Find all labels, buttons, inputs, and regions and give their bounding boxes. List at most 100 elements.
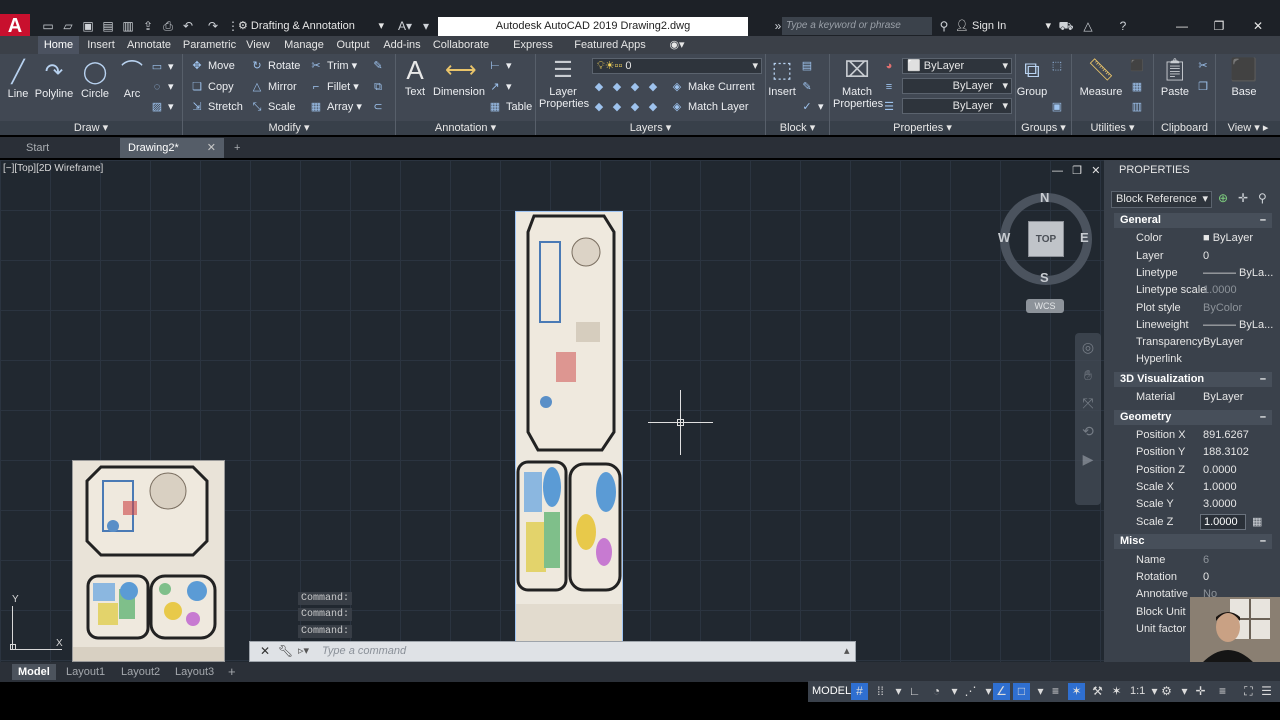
annotation-visibility-icon[interactable]: ✶ bbox=[1068, 683, 1085, 700]
object-type-dropdown[interactable]: Block Reference ▾ bbox=[1111, 191, 1212, 208]
base-button[interactable]: ⬛ Base bbox=[1226, 56, 1262, 98]
linear-dim-icon[interactable]: ⊢ ▾ bbox=[488, 57, 511, 75]
general-section-header[interactable]: General – bbox=[1114, 213, 1272, 228]
gradient-icon[interactable]: ▨ ▾ bbox=[150, 98, 174, 116]
chevron-down-icon[interactable]: ▾ bbox=[946, 683, 963, 700]
match-layer-button[interactable]: ◈ Match Layer bbox=[670, 98, 749, 116]
workspace-switch-gear-icon[interactable]: ⚙ bbox=[1158, 683, 1175, 700]
prop-value-scale-y[interactable]: 3.0000 bbox=[1203, 497, 1237, 512]
linetype-dropdown[interactable]: ByLayer ▾ bbox=[902, 98, 1012, 114]
group-button[interactable]: ⧉ Group bbox=[1016, 56, 1048, 98]
tab-add-ins[interactable]: Add-ins bbox=[380, 36, 424, 54]
open-file-icon[interactable]: ▱ bbox=[60, 19, 76, 33]
layer-tools-row1[interactable]: ◆ ◆ ◆ ◆ bbox=[592, 78, 664, 96]
command-input[interactable]: Type a command bbox=[322, 642, 822, 661]
search-input[interactable]: Type a keyword or phrase bbox=[782, 17, 932, 35]
tab-drawing2[interactable]: Drawing2* ✕ bbox=[120, 138, 224, 158]
binoculars-icon[interactable]: ⚲ bbox=[936, 19, 952, 33]
tab-manage[interactable]: Manage bbox=[281, 36, 327, 54]
new-tab-icon[interactable]: + bbox=[228, 138, 250, 158]
select-objects-icon[interactable]: ✛ bbox=[1238, 191, 1248, 205]
stretch-button[interactable]: ⇲ Stretch bbox=[190, 98, 242, 116]
save-as-icon[interactable]: ▤ bbox=[100, 19, 116, 33]
layer-dropdown[interactable]: 💡︎☀▫▫ 0 ▾ bbox=[592, 58, 762, 74]
prop-value-material[interactable]: ByLayer bbox=[1203, 390, 1243, 405]
ortho-icon[interactable]: ∟ bbox=[906, 683, 923, 700]
prop-value-rotation[interactable]: 0 bbox=[1203, 570, 1209, 585]
layer-properties-button[interactable]: ☰ Layer Properties bbox=[539, 56, 589, 110]
auto-scale-icon[interactable]: ⚒ bbox=[1089, 683, 1106, 700]
layers-panel-title[interactable]: Layers ▾ bbox=[536, 121, 765, 135]
compass-west[interactable]: W bbox=[998, 230, 1010, 245]
geometry-section-header[interactable]: Geometry – bbox=[1114, 410, 1272, 425]
arc-button[interactable]: ⌒ Arc bbox=[117, 58, 147, 100]
prop-value-linetype-scale[interactable]: 1.0000 bbox=[1203, 283, 1237, 298]
tab-collaborate[interactable]: Collaborate bbox=[430, 36, 492, 54]
steering-wheel-icon[interactable]: ◎ bbox=[1075, 333, 1101, 361]
prop-value-transparency[interactable]: ByLayer bbox=[1203, 335, 1243, 350]
rectangle-icon[interactable]: ▭ ▾ bbox=[150, 58, 174, 76]
view-panel-title[interactable]: View ▾ ▸ bbox=[1216, 121, 1280, 135]
prop-value-color[interactable]: ■ ByLayer bbox=[1203, 231, 1253, 246]
prop-value-scale-x[interactable]: 1.0000 bbox=[1203, 480, 1237, 495]
dimension-button[interactable]: ⟷ Dimension bbox=[433, 56, 485, 98]
move-button[interactable]: ✥ Move bbox=[190, 57, 235, 75]
tab-annotate[interactable]: Annotate bbox=[124, 36, 174, 54]
text-button[interactable]: A Text bbox=[400, 56, 430, 98]
compass-north[interactable]: N bbox=[1040, 190, 1049, 205]
leader-icon[interactable]: ↗ ▾ bbox=[488, 78, 511, 96]
tab-layout1[interactable]: Layout1 bbox=[66, 664, 105, 680]
prop-value-plot-style[interactable]: ByColor bbox=[1203, 301, 1242, 316]
recent-commands-icon[interactable]: ▹▾ bbox=[298, 644, 309, 657]
chevron-down-icon[interactable]: ▾ bbox=[1176, 683, 1193, 700]
raster-image-selected[interactable] bbox=[515, 211, 623, 659]
compass-south[interactable]: S bbox=[1040, 270, 1049, 285]
copy-button[interactable]: ❏ Copy bbox=[190, 78, 234, 96]
command-history-toggle-icon[interactable]: ▴ bbox=[844, 644, 850, 657]
workspace-dropdown[interactable]: ⚙ Drafting & Annotation ▾ bbox=[238, 17, 386, 35]
snap-icon[interactable]: ⁞⁞ bbox=[872, 683, 889, 700]
create-block-icon[interactable]: ▤ bbox=[800, 57, 818, 75]
ribbon-toggle-icon[interactable]: ◉▾ bbox=[664, 36, 690, 54]
object-snap-tracking-icon[interactable]: ∠ bbox=[993, 683, 1010, 700]
customize-icon[interactable]: 🔧︎ bbox=[278, 644, 293, 658]
pan-icon[interactable]: ✋︎ bbox=[1075, 361, 1101, 389]
layer-tools-row2[interactable]: ◆ ◆ ◆ ◆ bbox=[592, 98, 664, 116]
annotation-panel-title[interactable]: Annotation ▾ bbox=[396, 121, 535, 135]
misc-section-header[interactable]: Misc – bbox=[1114, 534, 1272, 549]
prop-value-name[interactable]: 6 bbox=[1203, 553, 1209, 568]
table-button[interactable]: ▦ Table bbox=[488, 98, 533, 116]
customize-quick-access-icon[interactable]: ▾ bbox=[418, 19, 434, 33]
tab-output[interactable]: Output bbox=[334, 36, 372, 54]
prop-value-position-z[interactable]: 0.0000 bbox=[1203, 463, 1237, 478]
edit-attributes-icon[interactable]: ✓ ▾ bbox=[800, 98, 823, 116]
close-tab-icon[interactable]: ✕ bbox=[207, 138, 216, 158]
fillet-button[interactable]: ⌐ Fillet ▾ bbox=[309, 78, 359, 96]
group-select-icon[interactable]: ▣ bbox=[1050, 98, 1068, 116]
viewport-controls-label[interactable]: [−][Top][2D Wireframe] bbox=[3, 163, 103, 174]
insert-button[interactable]: ⬚ Insert bbox=[768, 56, 796, 98]
toggle-pickadd-icon[interactable]: ⊕ bbox=[1218, 191, 1228, 205]
model-space-button[interactable]: MODEL bbox=[812, 684, 851, 699]
scale-button[interactable]: ⤡ Scale bbox=[250, 98, 296, 116]
scale-z-input[interactable]: 1.0000 bbox=[1200, 514, 1246, 530]
sign-in-button[interactable]: 👤︎ Sign In ▾ bbox=[955, 17, 1053, 35]
wcs-menu[interactable]: WCS bbox=[1026, 299, 1064, 313]
offset-icon[interactable]: ⊂ bbox=[371, 98, 389, 116]
prop-value-linetype[interactable]: ——— ByLa... bbox=[1203, 266, 1273, 281]
copy-clip-icon[interactable]: ❐ bbox=[1196, 78, 1214, 96]
tab-model[interactable]: Model bbox=[12, 664, 56, 680]
tab-layout3[interactable]: Layout3 bbox=[175, 664, 214, 680]
prop-value-lineweight[interactable]: ——— ByLa... bbox=[1203, 318, 1273, 333]
redo-icon[interactable]: ↷ bbox=[205, 19, 221, 33]
utilities-panel-title[interactable]: Utilities ▾ bbox=[1072, 121, 1153, 135]
cart-icon[interactable]: ⛟ bbox=[1058, 19, 1074, 33]
save-icon[interactable]: ▣ bbox=[80, 19, 96, 33]
restore-button[interactable]: ❐ bbox=[1207, 17, 1231, 35]
quick-select-icon[interactable]: ⚲ bbox=[1258, 191, 1267, 205]
mirror-button[interactable]: △ Mirror bbox=[250, 78, 297, 96]
tab-insert[interactable]: Insert bbox=[83, 36, 119, 54]
cloud-open-icon[interactable]: ▥ bbox=[120, 19, 136, 33]
block-panel-title[interactable]: Block ▾ bbox=[766, 121, 829, 135]
close-button[interactable]: ✕ bbox=[1246, 17, 1270, 35]
